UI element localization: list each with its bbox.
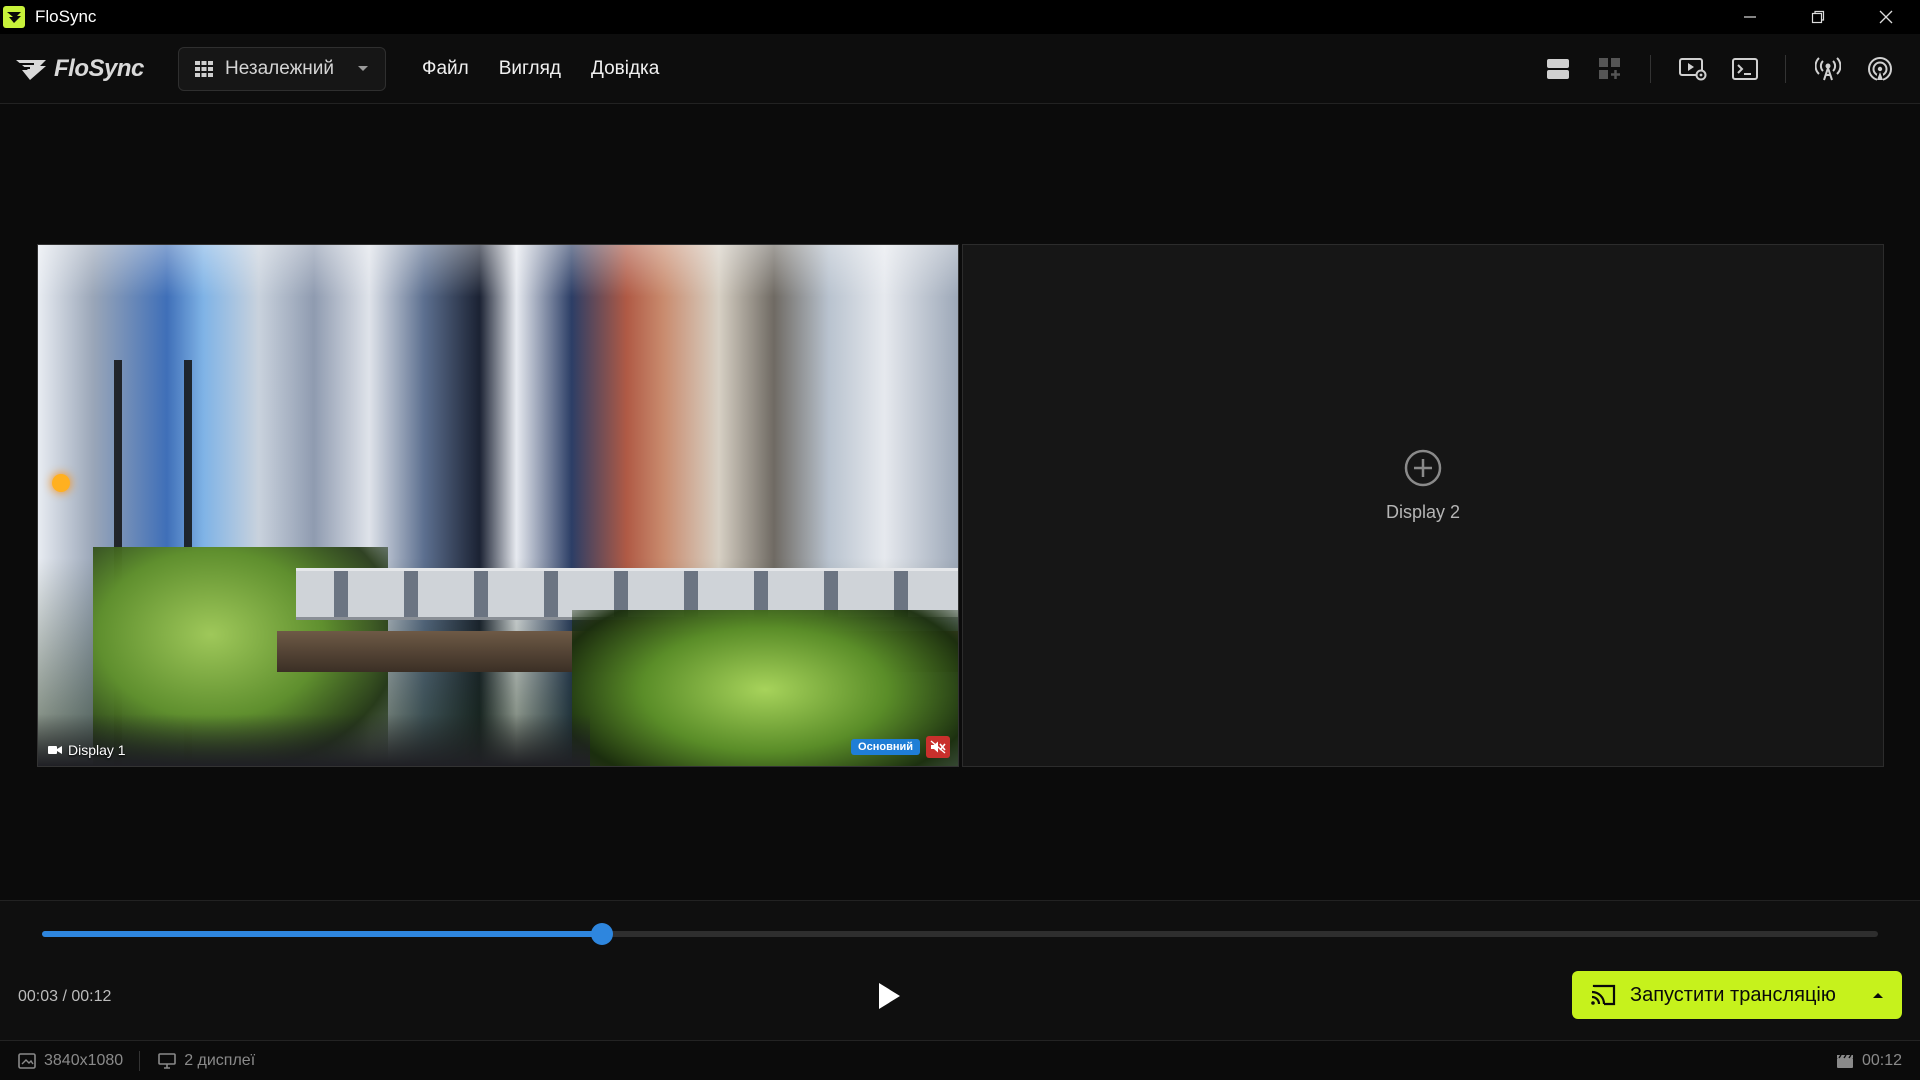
status-displays: 2 дисплеї (158, 1052, 255, 1070)
app-logo-icon (3, 6, 25, 28)
layout-grid-add-icon (1599, 58, 1620, 79)
display-2-placeholder[interactable]: Display 2 (962, 244, 1884, 767)
image-size-icon (18, 1052, 36, 1069)
brand-text: FloSync (54, 54, 144, 82)
broadcast-button[interactable] (1806, 47, 1850, 91)
toolbar-divider (1650, 55, 1651, 83)
status-divider (139, 1050, 141, 1071)
menu-file[interactable]: Файл (422, 58, 469, 80)
restore-icon (1811, 10, 1825, 24)
toolbar-divider (1785, 55, 1786, 83)
layout-rows-icon (1547, 59, 1569, 79)
layout-rows-button[interactable] (1536, 47, 1580, 91)
preview-canvas: Display 1 Основний Display 2 (0, 105, 1920, 900)
terminal-icon (1732, 58, 1758, 80)
chevron-up-icon[interactable] (1872, 991, 1884, 999)
broadcast-antenna-icon (1815, 57, 1841, 81)
grid-icon (195, 60, 213, 77)
close-icon (1879, 10, 1893, 24)
toolbar (1528, 34, 1902, 104)
play-button[interactable] (872, 977, 906, 1015)
restore-button[interactable] (1784, 0, 1852, 34)
window-controls (1716, 0, 1920, 34)
video-frame-layer (38, 713, 590, 766)
speaker-muted-icon (930, 740, 946, 754)
resolution-text: 3840x1080 (44, 1051, 124, 1069)
status-duration: 00:12 (1836, 1041, 1902, 1080)
media-settings-icon (1679, 58, 1707, 81)
clapperboard-icon (1836, 1054, 1853, 1068)
title-bar: FloSync (0, 0, 1920, 34)
terminal-button[interactable] (1723, 47, 1767, 91)
app-window: FloSync FloSync Незалежний Файл Вигляд Д… (0, 0, 1920, 1080)
mode-select[interactable]: Незалежний (178, 46, 386, 91)
airplay-button[interactable] (1858, 47, 1902, 91)
play-icon (879, 983, 900, 1009)
menu-help[interactable]: Довідка (591, 58, 659, 80)
close-button[interactable] (1852, 0, 1920, 34)
menu-bar: FloSync Незалежний Файл Вигляд Довідка (0, 34, 1920, 104)
window-title: FloSync (35, 7, 97, 26)
video-frame-layer (51, 474, 70, 493)
flosync-logo-icon (16, 59, 46, 80)
media-settings-button[interactable] (1671, 47, 1715, 91)
minimize-button[interactable] (1716, 0, 1784, 34)
mode-select-value: Незалежний (225, 57, 335, 79)
timeline-progress (42, 931, 602, 937)
menu-view[interactable]: Вигляд (499, 58, 561, 80)
monitor-icon (158, 1052, 176, 1069)
mute-toggle[interactable] (926, 736, 950, 758)
video-camera-icon (48, 746, 62, 754)
displays-count-text: 2 дисплеї (184, 1051, 256, 1069)
display-1-preview[interactable]: Display 1 Основний (37, 244, 959, 767)
start-broadcast-label: Запустити трансляцію (1630, 983, 1836, 1006)
timeline-track[interactable] (42, 923, 1878, 945)
add-circle-icon (1404, 449, 1442, 487)
video-frame-layer (38, 245, 958, 298)
primary-badge: Основний (851, 739, 920, 755)
brand-logo: FloSync (14, 55, 164, 83)
cast-icon (1591, 984, 1616, 1006)
display-1-name: Display 1 (68, 742, 126, 758)
start-broadcast-button[interactable]: Запустити трансляцію (1572, 971, 1902, 1019)
display-1-label: Display 1 (48, 742, 126, 758)
display-1-badges: Основний (851, 736, 950, 758)
status-bar: 3840x1080 2 дисплеї 00:12 (0, 1040, 1920, 1080)
time-readout: 00:03 / 00:12 (18, 988, 112, 1005)
status-resolution: 3840x1080 (18, 1052, 123, 1070)
menu-items: Файл Вигляд Довідка (422, 58, 689, 80)
layout-grid-add-button[interactable] (1588, 47, 1632, 91)
airplay-signal-icon (1868, 57, 1892, 82)
display-2-label: Display 2 (1385, 502, 1461, 522)
timeline-scrubber[interactable] (590, 923, 613, 945)
duration-text: 00:12 (1861, 1052, 1902, 1069)
playback-controls: 00:03 / 00:12 Запустити трансляцію (0, 900, 1920, 1040)
chevron-down-icon (358, 65, 368, 71)
minimize-icon (1744, 16, 1756, 18)
